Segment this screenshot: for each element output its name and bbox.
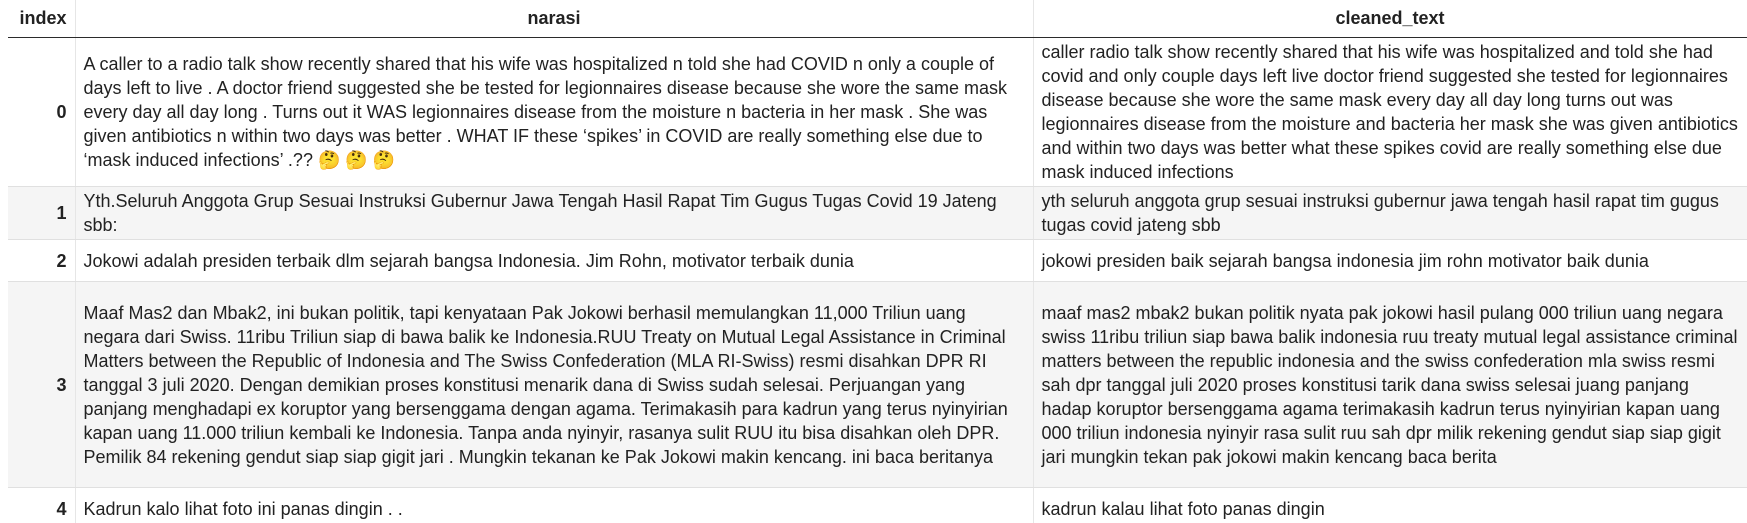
table-row: 1 Yth.Seluruh Anggota Grup Sesuai Instru… (8, 186, 1747, 240)
row-index: 3 (8, 281, 76, 488)
table-row: 4 Kadrun kalo lihat foto ini panas dingi… (8, 487, 1747, 523)
header-row: index narasi cleaned_text (8, 0, 1747, 38)
narasi-cell: Yth.Seluruh Anggota Grup Sesuai Instruks… (75, 186, 1034, 240)
table-row: 2 Jokowi adalah presiden terbaik dlm sej… (8, 239, 1747, 282)
cleaned-text-cell: maaf mas2 mbak2 bukan politik nyata pak … (1033, 281, 1747, 488)
row-index: 2 (8, 239, 76, 282)
dataframe-table: index narasi cleaned_text 0 A caller to … (8, 0, 1747, 523)
table-body: 0 A caller to a radio talk show recently… (8, 37, 1747, 523)
cleaned-text-cell: kadrun kalau lihat foto panas dingin (1033, 487, 1747, 523)
table-header: index narasi cleaned_text (8, 0, 1747, 38)
column-header-narasi: narasi (75, 0, 1034, 38)
narasi-cell: Maaf Mas2 dan Mbak2, ini bukan politik, … (75, 281, 1034, 488)
narasi-cell: Jokowi adalah presiden terbaik dlm sejar… (75, 239, 1034, 282)
column-header-cleaned-text: cleaned_text (1033, 0, 1747, 38)
row-index: 0 (8, 37, 76, 187)
row-index: 4 (8, 487, 76, 523)
cleaned-text-cell: caller radio talk show recently shared t… (1033, 37, 1747, 187)
row-index: 1 (8, 186, 76, 240)
column-header-index: index (8, 0, 76, 38)
narasi-cell: Kadrun kalo lihat foto ini panas dingin … (75, 487, 1034, 523)
table-row: 0 A caller to a radio talk show recently… (8, 37, 1747, 187)
cleaned-text-cell: jokowi presiden baik sejarah bangsa indo… (1033, 239, 1747, 282)
table-row: 3 Maaf Mas2 dan Mbak2, ini bukan politik… (8, 281, 1747, 488)
cleaned-text-cell: yth seluruh anggota grup sesuai instruks… (1033, 186, 1747, 240)
narasi-cell: A caller to a radio talk show recently s… (75, 37, 1034, 187)
